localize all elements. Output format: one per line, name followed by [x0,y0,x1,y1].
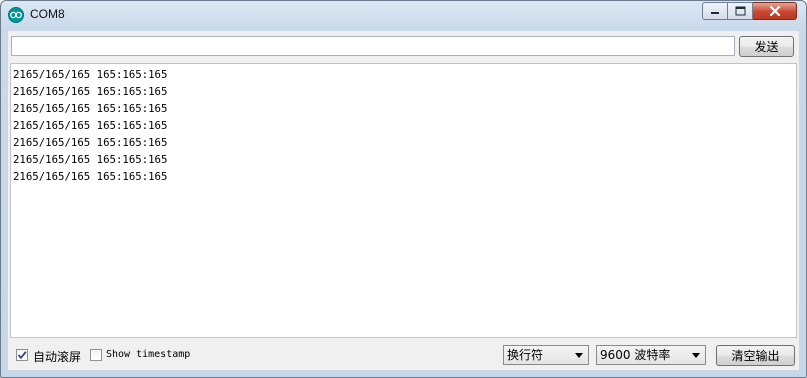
baud-rate-value: 9600 波特率 [600,348,671,362]
autoscroll-checkbox[interactable] [16,349,28,361]
send-button[interactable]: 发送 [739,36,794,57]
arduino-logo-icon [8,7,24,23]
title-bar[interactable]: COM8 [1,1,806,28]
minimize-icon [711,12,719,14]
close-button[interactable] [753,2,797,20]
checkmark-icon [17,351,27,360]
autoscroll-label[interactable]: 自动滚屏 [33,348,81,365]
output-line: 2165/165/165 165:165:165 [13,119,168,132]
bottom-toolbar: 自动滚屏 Show timestamp 换行符 9600 波特率 清空输出 [8,341,799,370]
output-line: 2165/165/165 165:165:165 [13,102,168,115]
output-line: 2165/165/165 165:165:165 [13,170,168,183]
line-ending-select[interactable]: 换行符 [503,345,589,365]
show-timestamp-checkbox[interactable] [90,349,102,361]
line-ending-value: 换行符 [507,348,544,362]
output-line: 2165/165/165 165:165:165 [13,85,168,98]
dropdown-arrow-icon [692,353,700,358]
clear-output-button[interactable]: 清空输出 [716,345,795,366]
baud-rate-select[interactable]: 9600 波特率 [596,345,706,365]
minimize-button[interactable] [702,2,728,20]
dropdown-arrow-icon [575,353,583,358]
serial-monitor-window: COM8 发送 2165/165/165 165:165:165 2165/16… [0,0,807,378]
serial-output-area[interactable]: 2165/165/165 165:165:165 2165/165/165 16… [10,63,797,338]
serial-monitor-body: 发送 2165/165/165 165:165:165 2165/165/165… [8,31,799,370]
show-timestamp-label[interactable]: Show timestamp [106,349,190,360]
send-input[interactable] [11,36,735,56]
output-line: 2165/165/165 165:165:165 [13,136,168,149]
window-title: COM8 [30,7,65,21]
maximize-button[interactable] [728,2,753,20]
output-line: 2165/165/165 165:165:165 [13,68,168,81]
close-icon [769,6,780,16]
maximize-icon [735,6,745,16]
output-line: 2165/165/165 165:165:165 [13,153,168,166]
